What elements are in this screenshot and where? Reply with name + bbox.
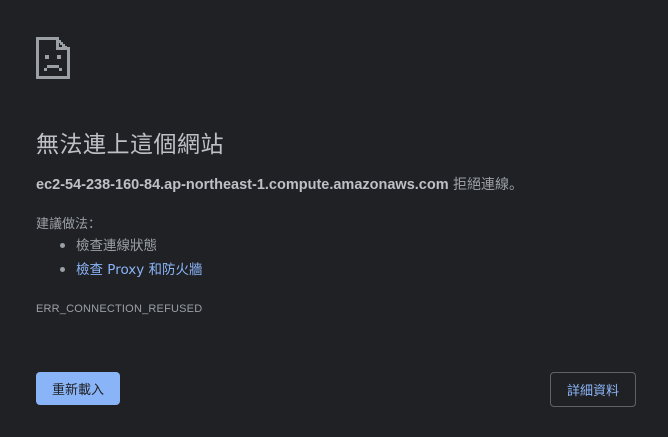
details-button[interactable]: 詳細資料 (550, 372, 636, 407)
suggestion-label: 檢查連線狀態 (76, 238, 157, 254)
error-message: ec2-54-238-160-84.ap-northeast-1.compute… (36, 174, 523, 194)
error-message-suffix: 拒絕連線。 (448, 177, 524, 193)
suggestions-heading: 建議做法： (36, 217, 102, 232)
reload-button[interactable]: 重新載入 (36, 372, 120, 405)
suggestion-check-proxy-firewall[interactable]: 檢查 Proxy 和防火牆 (60, 260, 203, 284)
check-proxy-firewall-link[interactable]: 檢查 Proxy 和防火牆 (76, 262, 203, 278)
suggestions-list: 檢查連線狀態 檢查 Proxy 和防火牆 (60, 236, 203, 284)
page-title: 無法連上這個網站 (36, 132, 224, 158)
sad-document-icon (36, 37, 70, 79)
bullet-icon (60, 267, 65, 272)
suggestion-check-connection: 檢查連線狀態 (60, 236, 203, 260)
error-code: ERR_CONNECTION_REFUSED (36, 303, 203, 315)
host-name: ec2-54-238-160-84.ap-northeast-1.compute… (36, 177, 449, 193)
bullet-icon (60, 243, 65, 248)
